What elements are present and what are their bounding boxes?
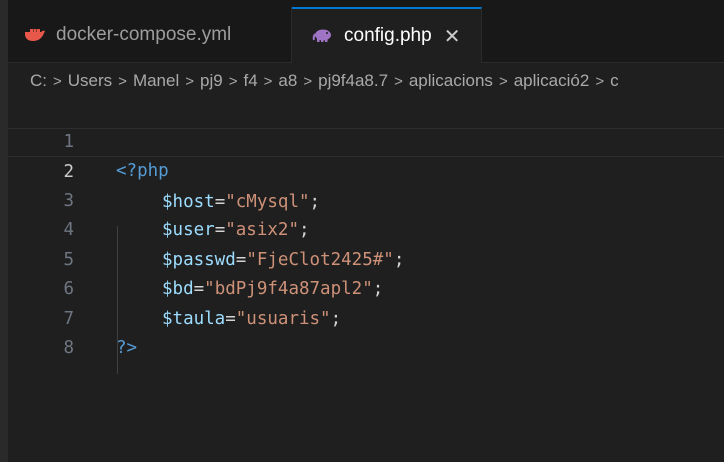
activity-edge (0, 0, 8, 462)
chevron-right-icon: > (263, 72, 273, 90)
chevron-right-icon: > (595, 72, 605, 90)
code-line[interactable]: 8 (8, 305, 724, 358)
code-line[interactable]: 4 $passwd="FjeClot2425#"; (8, 187, 724, 270)
code-editor[interactable]: 1 <?php 2 $host="cMysql"; 3 $user="asix2… (8, 98, 724, 462)
tab-config-php[interactable]: config.php ✕ (292, 7, 482, 63)
tab-label: docker-compose.yml (56, 23, 232, 45)
breadcrumb-item[interactable]: aplicacions (409, 71, 493, 91)
code-line[interactable]: 1 <?php (8, 98, 724, 182)
breadcrumb-item[interactable]: pj9f4a8.7 (318, 71, 388, 91)
tab-label: config.php (344, 25, 432, 46)
breadcrumb-item[interactable]: Manel (133, 71, 179, 91)
tab-bar: docker-compose.yml config.php ✕ (8, 7, 724, 63)
chevron-right-icon: > (185, 72, 195, 90)
breadcrumb-item[interactable]: Users (68, 71, 112, 91)
code-line[interactable]: 7 ?> (8, 275, 724, 359)
chevron-right-icon: > (303, 72, 313, 90)
chevron-right-icon: > (394, 72, 403, 90)
breadcrumb-item[interactable]: a8 (278, 71, 297, 91)
line-number: 8 (63, 338, 74, 358)
code-line[interactable]: 3 $user="asix2"; (8, 157, 724, 241)
docker-whale-icon (24, 27, 46, 43)
breadcrumb: C: > Users > Manel > pj9 > f4 > a8 > pj9… (8, 63, 724, 99)
chevron-right-icon: > (228, 72, 238, 90)
tab-docker-compose[interactable]: docker-compose.yml (8, 7, 292, 62)
php-close-tag: ?> (116, 338, 138, 358)
code-text: ?> (116, 334, 137, 364)
title-strip (0, 0, 724, 7)
breadcrumb-item[interactable]: pj9 (200, 71, 223, 91)
editor-window: docker-compose.yml config.php ✕ C: > Use… (0, 0, 724, 462)
code-line-current[interactable]: 2 $host="cMysql"; (8, 127, 724, 212)
chevron-right-icon: > (498, 72, 508, 90)
breadcrumb-item[interactable]: c (610, 71, 619, 91)
code-line[interactable]: 6 $taula="usuaris"; (8, 246, 724, 329)
php-elephant-icon (312, 28, 334, 44)
chevron-right-icon: > (53, 72, 62, 90)
code-line[interactable]: 5 $bd="bdPj9f4a87apl2"; (8, 216, 724, 300)
breadcrumb-item[interactable]: C: (30, 71, 47, 91)
chevron-right-icon: > (118, 72, 127, 90)
breadcrumb-item[interactable]: aplicació2 (514, 71, 590, 91)
breadcrumb-item[interactable]: f4 (243, 71, 257, 91)
close-icon[interactable]: ✕ (444, 24, 461, 49)
